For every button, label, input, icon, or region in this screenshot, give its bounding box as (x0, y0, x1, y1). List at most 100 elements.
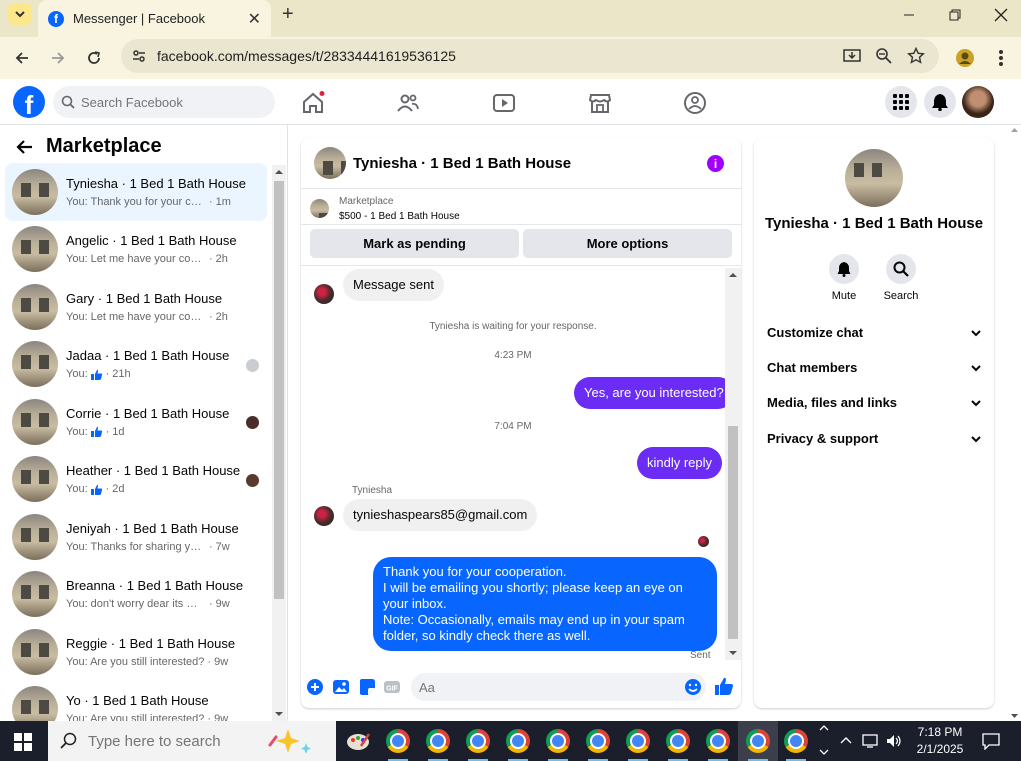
mute-button[interactable]: Mute (814, 254, 874, 302)
conversation-item[interactable]: Reggie · 1 Bed 1 Bath House You: Are you … (5, 623, 267, 681)
home-nav[interactable] (301, 91, 325, 115)
scroll-up-icon[interactable] (1008, 125, 1021, 135)
conversation-item[interactable]: Gary · 1 Bed 1 Bath House You: Let me hav… (5, 278, 267, 336)
tab-search-button[interactable] (8, 3, 32, 25)
scroll-down-icon[interactable] (272, 707, 286, 721)
chat-listing-thumbnail[interactable] (314, 147, 346, 179)
browser-menu-button[interactable] (988, 45, 1014, 71)
browser-tab[interactable]: f Messenger | Facebook ✕ (38, 0, 271, 37)
message-bubble[interactable]: Yes, are you interested? (574, 377, 734, 409)
url-text[interactable]: facebook.com/messages/t/2833444161953612… (157, 48, 456, 64)
listing-banner[interactable]: Marketplace $500 - 1 Bed 1 Bath House (301, 189, 741, 225)
search-conversation-button[interactable]: Search (871, 254, 931, 302)
details-thumbnail[interactable] (845, 149, 903, 207)
thumbs-up-icon[interactable] (714, 676, 733, 695)
message-input[interactable] (419, 679, 679, 695)
gif-icon[interactable]: GIF (383, 678, 401, 696)
network-tray[interactable] (862, 721, 880, 761)
close-window-button[interactable] (978, 0, 1021, 30)
show-hidden-icons[interactable] (839, 721, 853, 761)
forward-button[interactable] (45, 45, 71, 71)
taskbar-chrome-1[interactable] (378, 721, 418, 761)
sidebar-scroll-thumb[interactable] (274, 181, 284, 599)
profile-button[interactable] (952, 45, 978, 71)
conversation-item[interactable]: Tyniesha · 1 Bed 1 Bath House You: Thank … (5, 163, 267, 221)
conversation-item[interactable]: Corrie · 1 Bed 1 Bath House You: · 1d (5, 393, 267, 451)
privacy-support-section[interactable]: Privacy & support (767, 431, 982, 446)
conversation-item[interactable]: Jeniyah · 1 Bed 1 Bath House You: Thanks … (5, 508, 267, 566)
conversation-item[interactable]: Yo · 1 Bed 1 Bath House You: Are you stil… (5, 681, 267, 721)
chat-members-section[interactable]: Chat members (767, 360, 982, 375)
facebook-logo[interactable]: f (13, 86, 45, 118)
facebook-search[interactable] (53, 86, 275, 118)
conversation-item[interactable]: Breanna · 1 Bed 1 Bath House You: don't w… (5, 566, 267, 624)
taskbar-app-paint[interactable] (338, 721, 378, 761)
new-tab-button[interactable]: + (282, 3, 294, 26)
mark-as-pending-button[interactable]: Mark as pending (310, 229, 519, 258)
conversation-preview: You: Thanks for sharing your num... (66, 540, 206, 553)
friends-nav[interactable] (396, 91, 420, 115)
groups-nav[interactable] (683, 91, 707, 115)
scroll-up-icon[interactable] (725, 268, 741, 282)
message-bubble[interactable]: Thank you for your cooperation. I will b… (373, 557, 717, 651)
emoji-icon[interactable] (684, 678, 702, 696)
notification-center[interactable] (982, 721, 1000, 761)
scroll-up-icon[interactable] (272, 165, 286, 179)
media-files-links-section[interactable]: Media, files and links (767, 395, 982, 410)
taskbar-chrome-7[interactable] (618, 721, 658, 761)
back-arrow-icon[interactable] (16, 138, 34, 156)
taskbar-chrome-2[interactable] (418, 721, 458, 761)
taskbar-chrome-5[interactable] (538, 721, 578, 761)
sticker-icon[interactable] (358, 678, 376, 696)
account-avatar[interactable] (962, 86, 994, 118)
taskbar-chrome-9[interactable] (698, 721, 738, 761)
message-bubble[interactable]: Message sent (343, 269, 444, 301)
notifications-button[interactable] (924, 86, 956, 118)
video-nav[interactable] (492, 91, 516, 115)
sender-avatar (314, 284, 334, 304)
customize-chat-section[interactable]: Customize chat (767, 325, 982, 340)
site-info-icon[interactable] (131, 48, 147, 64)
install-app-icon[interactable] (843, 47, 861, 65)
taskbar-chrome-4[interactable] (498, 721, 538, 761)
scroll-down-icon[interactable] (1008, 711, 1021, 721)
taskbar-chrome-11[interactable] (776, 721, 816, 761)
reload-button[interactable] (81, 45, 107, 71)
photo-icon[interactable] (332, 678, 350, 696)
taskbar-chrome-6[interactable] (578, 721, 618, 761)
marketplace-nav[interactable] (588, 91, 612, 115)
conversation-item[interactable]: Jadaa · 1 Bed 1 Bath House You: · 21h (5, 336, 267, 394)
conversation-item[interactable]: Angelic · 1 Bed 1 Bath House You: Let me … (5, 221, 267, 279)
sidebar-scrollbar[interactable] (272, 165, 286, 721)
restore-button[interactable] (932, 0, 978, 30)
menu-button[interactable] (885, 86, 917, 118)
zoom-icon[interactable] (875, 47, 893, 65)
message-bubble[interactable]: kindly reply (637, 447, 723, 479)
minimize-button[interactable] (886, 0, 932, 30)
more-options-button[interactable]: More options (523, 229, 732, 258)
taskbar-clock[interactable]: 7:18 PM 2/1/2025 (900, 724, 980, 758)
taskbar-chrome-3[interactable] (458, 721, 498, 761)
windows-start-icon[interactable] (14, 733, 32, 751)
chat-scrollbar[interactable] (725, 268, 741, 660)
page-scrollbar[interactable] (1008, 125, 1021, 721)
plus-circle-icon[interactable] (306, 678, 324, 696)
conversation-item[interactable]: Heather · 1 Bed 1 Bath House You: · 2d (5, 451, 267, 509)
taskbar-chrome-10[interactable] (738, 721, 778, 761)
chat-title[interactable]: Tyniesha · 1 Bed 1 Bath House (353, 155, 571, 172)
address-bar[interactable]: facebook.com/messages/t/2833444161953612… (121, 39, 939, 73)
taskbar-scroll[interactable] (818, 721, 830, 761)
chat-scroll-thumb[interactable] (728, 426, 738, 639)
info-icon[interactable]: i (707, 155, 724, 172)
taskbar-search-input[interactable] (88, 732, 258, 750)
conversation-name: Gary · 1 Bed 1 Bath House (66, 290, 223, 306)
close-tab-icon[interactable]: ✕ (248, 9, 261, 29)
message-input-wrapper[interactable] (411, 673, 706, 701)
taskbar-chrome-8[interactable] (658, 721, 698, 761)
scroll-down-icon[interactable] (725, 646, 741, 660)
bookmark-star-icon[interactable] (907, 47, 925, 65)
taskbar-search[interactable] (48, 721, 336, 761)
message-bubble[interactable]: tynieshaspears85@gmail.com (343, 499, 538, 531)
facebook-search-input[interactable] (81, 94, 261, 110)
back-button[interactable] (9, 45, 35, 71)
